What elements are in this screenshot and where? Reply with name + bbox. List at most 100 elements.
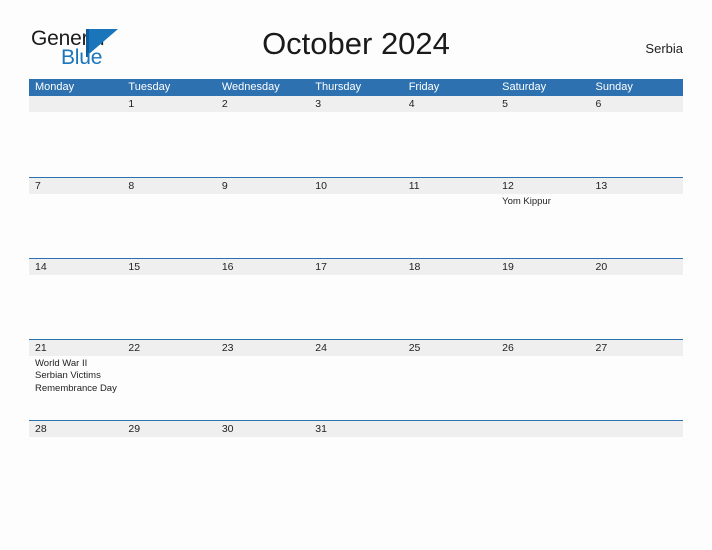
day-number-14[interactable]: 14 [29, 259, 122, 275]
day-number-7[interactable]: 7 [29, 178, 122, 194]
day-events-cell [403, 112, 496, 176]
day-number-1[interactable]: 1 [122, 96, 215, 112]
day-events-cell [590, 356, 683, 420]
day-number-18[interactable]: 18 [403, 259, 496, 275]
day-events-cell [216, 194, 309, 258]
holiday-event-label: Remembrance Day [35, 382, 117, 394]
day-number-15[interactable]: 15 [122, 259, 215, 275]
calendar-page: General Blue October 2024 Serbia Monday T… [0, 0, 712, 550]
day-number-5[interactable]: 5 [496, 96, 589, 112]
day-number-23[interactable]: 23 [216, 340, 309, 356]
day-events-cell [309, 275, 402, 339]
holiday-event-label: World War II [35, 358, 88, 369]
day-cell-empty [403, 421, 496, 437]
day-number-16[interactable]: 16 [216, 259, 309, 275]
day-events-cell [403, 437, 496, 501]
day-number-8[interactable]: 8 [122, 178, 215, 194]
calendar-grid: Monday Tuesday Wednesday Thursday Friday Satu… [29, 79, 683, 501]
day-events-cell [216, 112, 309, 176]
day-events-cell [590, 275, 683, 339]
day-number-22[interactable]: 22 [122, 340, 215, 356]
weekday-header-sunday: Sunday [595, 81, 633, 93]
day-number-28[interactable]: 28 [29, 421, 122, 437]
day-events-cell [216, 356, 309, 420]
day-events-cell [309, 356, 402, 420]
calendar-weeks: 1 2 3 4 5 6 7 8 9 10 11 12 13 Yom Kippur 14 15 16 17 18 19 2… [29, 96, 683, 501]
day-events-cell [496, 437, 589, 501]
calendar-week-row: 123456 [29, 96, 683, 177]
day-cell-empty [29, 96, 122, 112]
holiday-event-label: Serbian Victims [35, 370, 101, 382]
day-events-cell [122, 112, 215, 176]
day-number-31[interactable]: 31 [309, 421, 402, 437]
day-events-cell [496, 356, 589, 420]
week-event-band [29, 112, 683, 176]
weekday-header-monday: Monday [35, 81, 75, 93]
week-date-band: 123456 [29, 96, 683, 112]
day-events-cell [216, 275, 309, 339]
week-event-band: Yom Kippur [29, 194, 683, 258]
page-header: General Blue October 2024 Serbia [29, 24, 683, 74]
calendar-week-row: 21 22 23 24 25 26 27 World War II Serbian Victim… [29, 339, 683, 420]
day-events-cell [403, 275, 496, 339]
day-events-cell [590, 437, 683, 501]
day-number-26[interactable]: 26 [496, 340, 589, 356]
calendar-week-row: 28 29 30 31 [29, 420, 683, 501]
day-events-cell [122, 275, 215, 339]
day-number-27[interactable]: 27 [590, 340, 683, 356]
day-number-17[interactable]: 17 [309, 259, 402, 275]
day-events-cell [29, 112, 122, 176]
day-number-12[interactable]: 12 [496, 178, 589, 194]
day-events-cell: Yom Kippur [496, 194, 589, 258]
weekday-header-friday: Friday [408, 81, 440, 93]
week-event-band [29, 437, 683, 501]
day-events-cell [122, 437, 215, 501]
weekday-header-row: Monday Tuesday Wednesday Thursday Friday Satu… [29, 79, 683, 96]
day-number-2[interactable]: 2 [216, 96, 309, 112]
weekday-header-wednesday: Wednesday [221, 81, 280, 93]
day-events-cell [309, 112, 402, 176]
day-number-19[interactable]: 19 [496, 259, 589, 275]
day-events-cell [590, 194, 683, 258]
day-number-9[interactable]: 9 [216, 178, 309, 194]
day-events-cell [590, 112, 683, 176]
day-number-11[interactable]: 11 [403, 178, 496, 194]
day-events-cell [403, 356, 496, 420]
weekday-header-saturday: Saturday [502, 81, 547, 93]
day-number-30[interactable]: 30 [216, 421, 309, 437]
day-number-21[interactable]: 21 [29, 340, 122, 356]
day-number-25[interactable]: 25 [403, 340, 496, 356]
day-events-cell [496, 275, 589, 339]
day-events-cell [122, 356, 215, 420]
week-date-band: 14 15 16 17 18 19 20 [29, 258, 683, 275]
day-events-cell [403, 194, 496, 258]
day-events-cell [29, 194, 122, 258]
day-events-cell [216, 437, 309, 501]
day-events-cell [309, 194, 402, 258]
day-number-20[interactable]: 20 [590, 259, 683, 275]
holiday-event-label: Yom Kippur [502, 196, 551, 207]
week-date-band: 21 22 23 24 25 26 27 [29, 339, 683, 356]
day-number-29[interactable]: 29 [122, 421, 215, 437]
weekday-header-tuesday: Tuesday [128, 81, 171, 93]
day-number-6[interactable]: 6 [590, 96, 683, 112]
day-cell-empty [590, 421, 683, 437]
week-event-band: World War II Serbian Victims Remembrance D… [29, 356, 683, 420]
day-number-24[interactable]: 24 [309, 340, 402, 356]
day-cell-empty [496, 421, 589, 437]
day-number-3[interactable]: 3 [309, 96, 402, 112]
day-events-cell [29, 437, 122, 501]
day-events-cell [309, 437, 402, 501]
day-number-4[interactable]: 4 [403, 96, 496, 112]
page-title: October 2024 [262, 26, 450, 61]
day-events-cell [29, 275, 122, 339]
week-event-band [29, 275, 683, 339]
weekday-header-thursday: Thursday [315, 81, 362, 93]
day-events-cell: World War II Serbian Victims Remembrance D… [29, 356, 122, 420]
day-number-10[interactable]: 10 [309, 178, 402, 194]
day-events-cell [122, 194, 215, 258]
calendar-week-row: 7 8 9 10 11 12 13 Yom Kippur [29, 177, 683, 258]
day-number-13[interactable]: 13 [590, 178, 683, 194]
week-date-band: 7 8 9 10 11 12 13 [29, 177, 683, 194]
day-events-cell [496, 112, 589, 176]
